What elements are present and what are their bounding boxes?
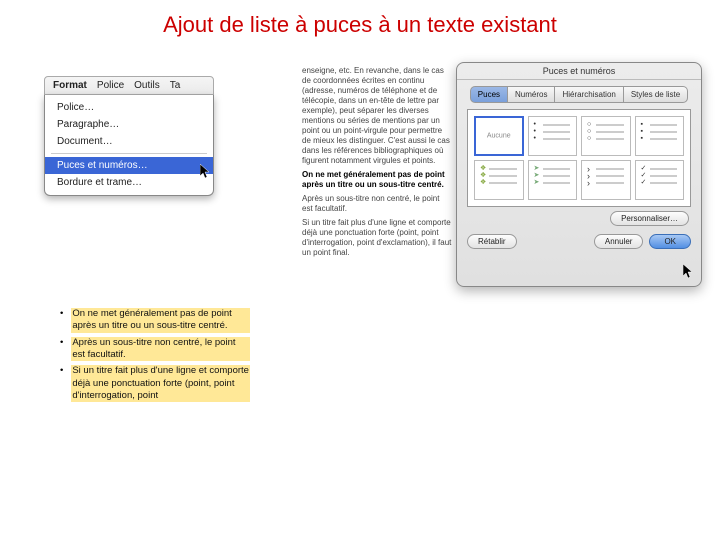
doc-paragraph-2c: Si un titre fait plus d'une ligne et com… bbox=[302, 218, 452, 258]
bullet-diamond[interactable] bbox=[474, 160, 524, 200]
customize-button[interactable]: Personnaliser… bbox=[610, 211, 689, 226]
tab-numeros[interactable]: Numéros bbox=[508, 86, 555, 103]
bullet-icon: • bbox=[60, 365, 63, 402]
menu-outils[interactable]: Outils bbox=[134, 80, 160, 91]
ok-button[interactable]: OK bbox=[649, 234, 691, 249]
menu-tableau[interactable]: Ta bbox=[170, 80, 181, 91]
bullet-disc[interactable] bbox=[528, 116, 578, 156]
page-title: Ajout de liste à puces à un texte exista… bbox=[0, 0, 720, 38]
bullet-icon: • bbox=[60, 337, 63, 362]
menu-item-bordure-trame[interactable]: Bordure et trame… bbox=[45, 174, 213, 191]
menu-format[interactable]: Format bbox=[53, 80, 87, 91]
menu-item-document[interactable]: Document… bbox=[45, 133, 213, 150]
bullets-dialog: Puces et numéros Puces Numéros Hiérarchi… bbox=[456, 62, 702, 287]
menu-item-police[interactable]: Police… bbox=[45, 99, 213, 116]
list-item-text: Si un titre fait plus d'une ligne et com… bbox=[71, 365, 250, 402]
menu-item-paragraphe[interactable]: Paragraphe… bbox=[45, 116, 213, 133]
cancel-button[interactable]: Annuler bbox=[594, 234, 644, 249]
format-dropdown: Police… Paragraphe… Document… Puces et n… bbox=[44, 95, 214, 196]
bullet-square[interactable] bbox=[635, 116, 685, 156]
list-item: • On ne met généralement pas de point apr… bbox=[60, 308, 250, 333]
dialog-tabs: Puces Numéros Hiérarchisation Styles de … bbox=[457, 86, 701, 103]
list-item-text: On ne met généralement pas de point aprè… bbox=[71, 308, 250, 333]
tab-hierarchisation[interactable]: Hiérarchisation bbox=[555, 86, 623, 103]
cursor-icon bbox=[683, 264, 695, 280]
doc-paragraph-2b: Après un sous-titre non centré, le point… bbox=[302, 194, 452, 214]
bullet-check[interactable] bbox=[635, 160, 685, 200]
reset-button[interactable]: Rétablir bbox=[467, 234, 517, 249]
bullet-style-grid: Aucune bbox=[467, 109, 691, 207]
menu-separator bbox=[51, 153, 207, 154]
document-text-fragment: enseigne, etc. En revanche, dans le cas … bbox=[302, 66, 452, 262]
doc-paragraph-1: enseigne, etc. En revanche, dans le cas … bbox=[302, 66, 452, 166]
cursor-icon bbox=[200, 164, 212, 180]
tab-puces[interactable]: Puces bbox=[470, 86, 508, 103]
list-item: • Après un sous-titre non centré, le poin… bbox=[60, 337, 250, 362]
bullet-circle[interactable] bbox=[581, 116, 631, 156]
bullet-none[interactable]: Aucune bbox=[474, 116, 524, 156]
list-item: •Si un titre fait plus d'une ligne et co… bbox=[60, 365, 250, 402]
menu-police[interactable]: Police bbox=[97, 80, 124, 91]
bullet-none-label: Aucune bbox=[487, 133, 511, 140]
bullet-arrow[interactable] bbox=[528, 160, 578, 200]
list-item-text: Après un sous-titre non centré, le point… bbox=[71, 337, 250, 362]
doc-paragraph-2a: On ne met généralement pas de point aprè… bbox=[302, 170, 452, 190]
bullet-chevron[interactable] bbox=[581, 160, 631, 200]
result-bulleted-text: • On ne met généralement pas de point apr… bbox=[60, 308, 250, 406]
bullet-icon: • bbox=[60, 308, 63, 333]
tab-styles-liste[interactable]: Styles de liste bbox=[624, 86, 688, 103]
format-menu-dropdown: Format Police Outils Ta Police… Paragrap… bbox=[44, 76, 214, 196]
dialog-title: Puces et numéros bbox=[457, 63, 701, 80]
menubar: Format Police Outils Ta bbox=[44, 76, 214, 95]
menu-item-puces-numeros[interactable]: Puces et numéros… bbox=[45, 157, 213, 174]
